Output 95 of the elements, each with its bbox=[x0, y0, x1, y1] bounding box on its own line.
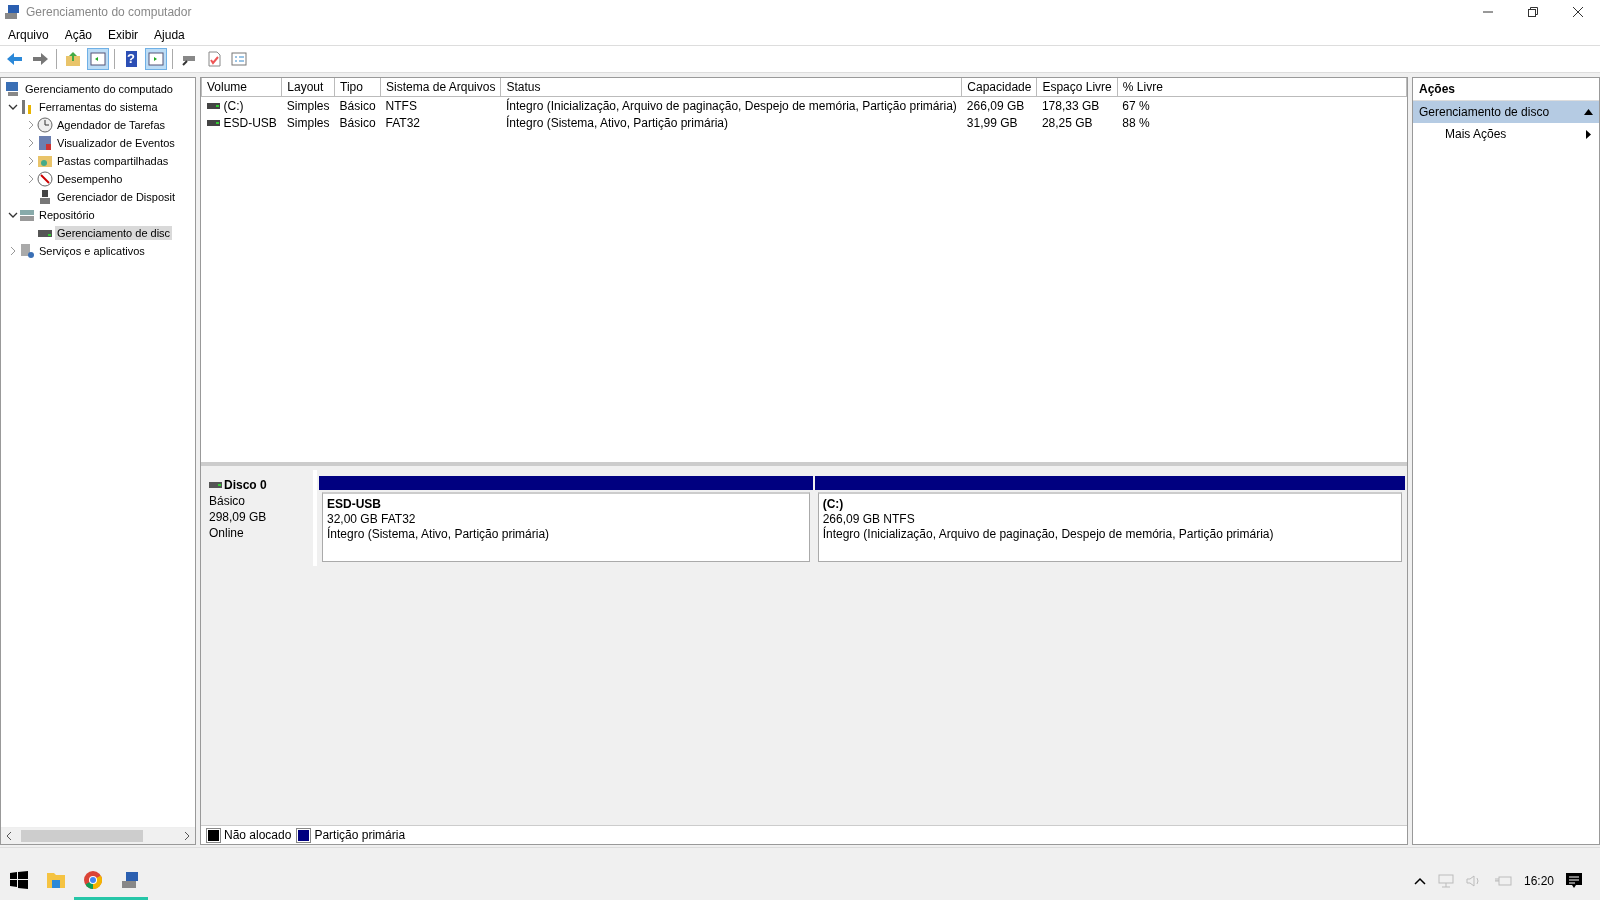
table-cell: Simples bbox=[286, 115, 330, 130]
actions-section-header[interactable]: Gerenciamento de disco bbox=[1413, 101, 1599, 123]
tree-item[interactable]: Desempenho bbox=[55, 172, 125, 186]
tree-item[interactable]: Pastas compartilhadas bbox=[55, 154, 171, 168]
notification-icon[interactable] bbox=[1566, 873, 1582, 889]
table-cell: Básico bbox=[339, 115, 376, 130]
menu-item[interactable]: Arquivo bbox=[0, 27, 57, 42]
table-cell: Básico bbox=[339, 98, 376, 113]
drive-icon bbox=[206, 102, 220, 109]
menu-item[interactable]: Ajuda bbox=[146, 27, 193, 42]
folder-up-icon bbox=[64, 50, 82, 68]
window-title: Gerenciamento do computador bbox=[26, 5, 193, 19]
shared-folder-icon bbox=[37, 153, 53, 169]
table-cell: NTFS bbox=[385, 98, 417, 113]
restore-icon[interactable] bbox=[1527, 7, 1538, 17]
menu-item[interactable]: Exibir bbox=[100, 27, 147, 42]
column-header[interactable]: Sistema de Arquivos bbox=[380, 78, 501, 97]
table-cell: 266,09 GB bbox=[966, 98, 1025, 113]
drive-icon bbox=[206, 119, 220, 126]
pane-toggle-icon bbox=[147, 50, 165, 68]
pane-toggle-icon bbox=[89, 50, 107, 68]
windows-start-icon[interactable] bbox=[9, 870, 28, 889]
chevron-right-icon[interactable] bbox=[8, 246, 18, 256]
disk-size: 298,09 GB bbox=[209, 510, 268, 524]
close-icon[interactable] bbox=[1572, 7, 1583, 17]
action-item[interactable]: Mais Ações bbox=[1413, 123, 1599, 145]
disk-name: Disco 0 bbox=[224, 478, 267, 492]
gauge-icon bbox=[37, 171, 53, 187]
column-header[interactable]: % Livre bbox=[1117, 78, 1407, 97]
chevron-right-icon[interactable] bbox=[26, 174, 36, 184]
partition-block[interactable]: ESD-USB 32,00 GB FAT32 Íntegro (Sistema, Ativo, Partição primária) bbox=[322, 492, 810, 562]
table-cell: Simples bbox=[286, 98, 330, 113]
scrollbar-thumb[interactable] bbox=[21, 830, 143, 842]
table-cell: 28,25 GB bbox=[1041, 115, 1093, 130]
table-cell: ESD-USB bbox=[223, 115, 277, 130]
toolbar-button[interactable]: ? bbox=[120, 48, 142, 70]
back-arrow-icon bbox=[6, 50, 24, 68]
table-cell: FAT32 bbox=[385, 115, 421, 130]
chevron-down-icon[interactable] bbox=[8, 102, 18, 112]
services-icon bbox=[19, 243, 35, 259]
tree-item[interactable]: Gerenciador de Disposit bbox=[55, 190, 177, 204]
tree-item[interactable]: Gerenciamento de disc bbox=[55, 226, 173, 240]
chevron-down-icon[interactable] bbox=[8, 210, 18, 220]
table-cell: 88 % bbox=[1122, 115, 1150, 130]
legend-label: Partição primária bbox=[314, 828, 406, 842]
column-header[interactable]: Volume bbox=[201, 78, 282, 97]
partition-name: ESD-USB bbox=[327, 497, 382, 511]
properties-icon bbox=[230, 50, 248, 68]
folder-icon[interactable] bbox=[46, 871, 65, 888]
storage-icon bbox=[19, 207, 35, 223]
event-log-icon bbox=[37, 135, 53, 151]
browser-icon[interactable] bbox=[83, 870, 102, 889]
tree-item[interactable]: Ferramentas do sistema bbox=[37, 100, 160, 114]
tree-item[interactable]: Agendador de Tarefas bbox=[55, 118, 168, 132]
disk-status: Online bbox=[209, 526, 245, 540]
toolbar-button[interactable] bbox=[87, 48, 109, 70]
partition-name: (C:) bbox=[822, 497, 845, 511]
partition-size: 266,09 GB NTFS bbox=[822, 512, 916, 526]
column-header[interactable]: Layout bbox=[281, 78, 335, 97]
forward-arrow-icon bbox=[31, 50, 49, 68]
chevron-up-icon[interactable] bbox=[1413, 877, 1426, 885]
clock-time[interactable]: 16:20 bbox=[1523, 874, 1554, 888]
disk-type: Básico bbox=[209, 494, 247, 508]
device-icon bbox=[37, 189, 53, 205]
tree-item[interactable]: Repositório bbox=[37, 208, 97, 222]
clock-icon bbox=[37, 117, 53, 133]
legend-label: Não alocado bbox=[224, 828, 292, 842]
table-cell: Íntegro (Inicialização, Arquivo de paginação, Despejo de memória, Partição primária) bbox=[505, 98, 957, 113]
menu-item[interactable]: Ação bbox=[56, 27, 101, 42]
submenu-triangle-icon bbox=[1586, 129, 1591, 139]
computer-management-icon bbox=[4, 4, 20, 20]
table-cell: 31,99 GB bbox=[966, 115, 1018, 130]
partition-size: 32,00 GB FAT32 bbox=[327, 512, 417, 526]
table-cell: (C:) bbox=[223, 98, 244, 113]
column-header[interactable]: Capacidade bbox=[961, 78, 1037, 97]
column-header[interactable]: Status bbox=[500, 78, 962, 97]
table-cell: 178,33 GB bbox=[1041, 98, 1100, 113]
column-header[interactable]: Tipo bbox=[334, 78, 381, 97]
checklist-icon bbox=[205, 50, 223, 68]
tree-item[interactable]: Serviços e aplicativos bbox=[37, 244, 147, 258]
partition-status: Íntegro (Inicialização, Arquivo de paginação, Despejo de memória, Partição primária) bbox=[822, 527, 1275, 541]
toolbar-button[interactable] bbox=[145, 48, 167, 70]
chevron-right-icon[interactable] bbox=[26, 156, 36, 166]
partition-block[interactable]: (C:) 266,09 GB NTFS Íntegro (Inicialização, Arquivo de paginação, Despejo de memória, Partição primária) bbox=[817, 492, 1402, 562]
chevron-right-icon[interactable] bbox=[26, 138, 36, 148]
column-header[interactable]: Espaço Livre bbox=[1036, 78, 1118, 97]
table-cell: Íntegro (Sistema, Ativo, Partição primária) bbox=[505, 115, 729, 130]
tree-item[interactable]: Gerenciamento do computado bbox=[23, 82, 175, 96]
table-cell: 67 % bbox=[1122, 98, 1150, 113]
chevron-right-icon[interactable] bbox=[26, 120, 36, 130]
tree-item[interactable]: Visualizador de Eventos bbox=[55, 136, 177, 150]
computer-management-icon[interactable] bbox=[120, 870, 139, 889]
computer-icon bbox=[5, 81, 21, 97]
partition-status: Íntegro (Sistema, Ativo, Partição primária) bbox=[327, 527, 551, 541]
collapse-triangle-icon bbox=[1584, 109, 1593, 115]
